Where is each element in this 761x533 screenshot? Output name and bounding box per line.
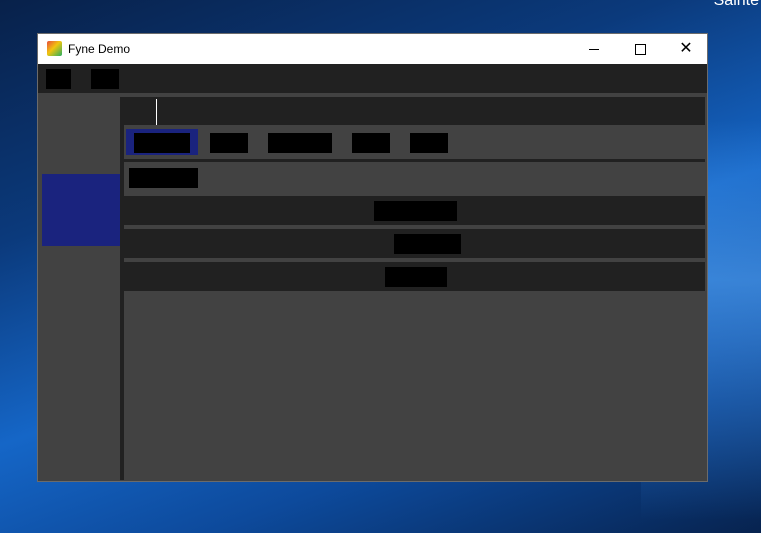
tab-3[interactable]	[266, 129, 334, 155]
minimize-button[interactable]	[571, 34, 617, 64]
list-row-3[interactable]	[124, 262, 705, 291]
menu-item-1[interactable]	[46, 69, 71, 89]
tab-1[interactable]	[126, 129, 198, 155]
row-label	[394, 234, 461, 254]
minimize-icon	[589, 48, 599, 50]
tab-bar	[124, 127, 707, 157]
tab-4[interactable]	[350, 129, 392, 155]
fyne-logo-icon	[47, 41, 62, 56]
menu-bar	[38, 64, 707, 93]
tab-2[interactable]	[208, 129, 250, 155]
main-panel	[124, 93, 707, 481]
close-button[interactable]: ✕	[663, 34, 707, 64]
title-bar[interactable]: Fyne Demo ✕	[38, 34, 707, 64]
row-label	[385, 267, 447, 287]
maximize-button[interactable]	[617, 34, 663, 64]
sidebar-item-3[interactable]	[42, 298, 120, 370]
list-row-2[interactable]	[124, 229, 705, 258]
sidebar	[38, 93, 120, 481]
desktop-corner-text: Sainte	[713, 0, 759, 9]
list-row-1[interactable]	[124, 196, 705, 225]
tab-underline	[124, 159, 705, 162]
tab-label	[210, 133, 248, 153]
row-label	[374, 201, 457, 221]
tab-5[interactable]	[408, 129, 450, 155]
sidebar-item-2[interactable]	[42, 174, 120, 246]
text-entry[interactable]	[124, 97, 705, 125]
maximize-icon	[634, 43, 646, 55]
sidebar-item-4[interactable]	[42, 375, 120, 447]
menu-item-2[interactable]	[91, 69, 119, 89]
window-title: Fyne Demo	[68, 42, 131, 56]
app-window: Fyne Demo ✕	[37, 33, 708, 482]
text-cursor	[156, 99, 157, 125]
tab-label	[134, 133, 190, 153]
close-icon: ✕	[679, 40, 693, 57]
tab-label	[352, 133, 390, 153]
tab-label	[268, 133, 332, 153]
sub-button[interactable]	[129, 168, 198, 188]
tab-label	[410, 133, 448, 153]
sidebar-item-5[interactable]	[42, 452, 120, 481]
